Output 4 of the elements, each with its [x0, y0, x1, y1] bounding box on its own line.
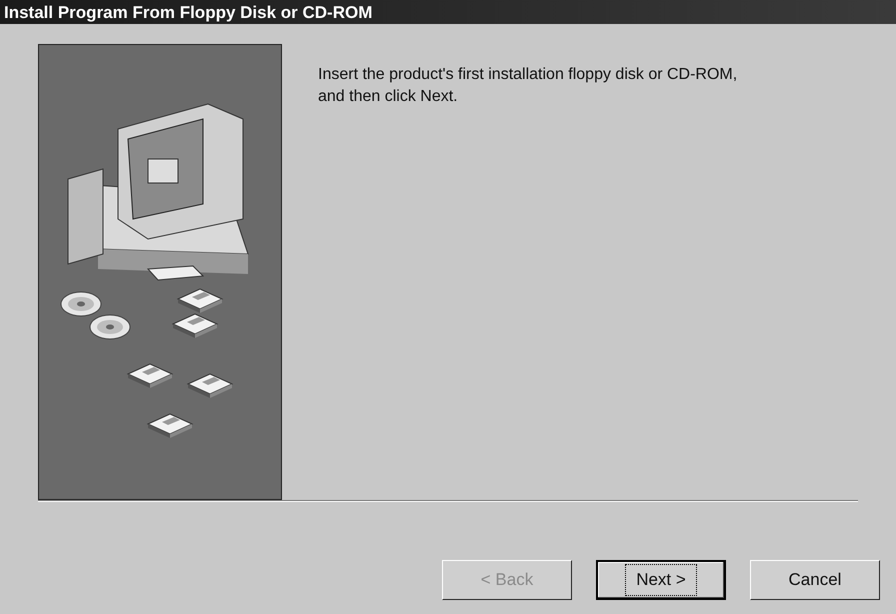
dialog-button[interactable]: Cancel	[750, 560, 880, 600]
dialog-button[interactable]: Next >	[596, 560, 726, 600]
window-title: Install Program From Floppy Disk or CD-ROM	[4, 4, 372, 20]
instruction-text: Insert the product's first installation floppy disk or CD-ROM, and then click Next.	[318, 65, 738, 107]
